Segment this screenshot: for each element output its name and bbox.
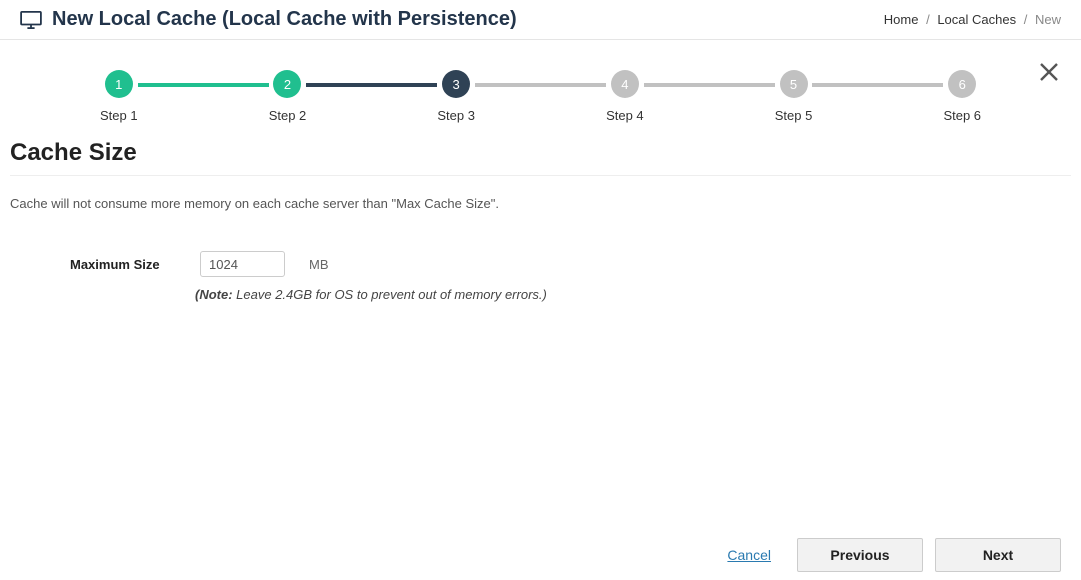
next-button[interactable]: Next bbox=[935, 538, 1061, 572]
form-row-max-size: Maximum Size MB bbox=[0, 211, 1081, 277]
step-3[interactable]: 3 Step 3 bbox=[437, 70, 475, 123]
step-label: Step 2 bbox=[269, 108, 307, 123]
breadcrumb: Home / Local Caches / New bbox=[884, 12, 1061, 27]
section-description: Cache will not consume more memory on ea… bbox=[0, 176, 1081, 211]
step-1[interactable]: 1 Step 1 bbox=[100, 70, 138, 123]
header-left: New Local Cache (Local Cache with Persis… bbox=[20, 8, 517, 31]
monitor-icon bbox=[20, 11, 42, 29]
step-circle: 6 bbox=[948, 70, 976, 98]
step-label: Step 6 bbox=[943, 108, 981, 123]
step-circle: 2 bbox=[273, 70, 301, 98]
content: 1 Step 1 2 Step 2 3 Step 3 4 Step 4 5 St… bbox=[0, 40, 1081, 362]
step-label: Step 5 bbox=[775, 108, 813, 123]
previous-button[interactable]: Previous bbox=[797, 538, 923, 572]
breadcrumb-separator: / bbox=[926, 12, 930, 27]
max-size-input[interactable] bbox=[200, 251, 285, 277]
step-connector bbox=[475, 83, 606, 87]
stepper: 1 Step 1 2 Step 2 3 Step 3 4 Step 4 5 St… bbox=[0, 40, 1081, 133]
page-header: New Local Cache (Local Cache with Persis… bbox=[0, 0, 1081, 40]
step-circle: 5 bbox=[780, 70, 808, 98]
step-label: Step 1 bbox=[100, 108, 138, 123]
note: (Note: Leave 2.4GB for OS to prevent out… bbox=[0, 277, 1081, 302]
step-circle: 3 bbox=[442, 70, 470, 98]
step-label: Step 4 bbox=[606, 108, 644, 123]
step-label: Step 3 bbox=[437, 108, 475, 123]
step-connector bbox=[306, 83, 437, 87]
step-5[interactable]: 5 Step 5 bbox=[775, 70, 813, 123]
unit-label: MB bbox=[309, 257, 329, 272]
step-connector bbox=[644, 83, 775, 87]
breadcrumb-local-caches[interactable]: Local Caches bbox=[937, 12, 1016, 27]
cancel-link[interactable]: Cancel bbox=[727, 547, 771, 563]
note-text: Leave 2.4GB for OS to prevent out of mem… bbox=[233, 287, 547, 302]
breadcrumb-current: New bbox=[1035, 12, 1061, 27]
step-4[interactable]: 4 Step 4 bbox=[606, 70, 644, 123]
breadcrumb-home[interactable]: Home bbox=[884, 12, 919, 27]
section-title: Cache Size bbox=[0, 133, 1081, 171]
breadcrumb-separator: / bbox=[1024, 12, 1028, 27]
step-circle: 1 bbox=[105, 70, 133, 98]
step-connector bbox=[138, 83, 269, 87]
max-size-label: Maximum Size bbox=[70, 257, 180, 272]
footer: Cancel Previous Next bbox=[0, 530, 1081, 580]
page-title: New Local Cache (Local Cache with Persis… bbox=[52, 8, 517, 31]
step-connector bbox=[812, 83, 943, 87]
step-2[interactable]: 2 Step 2 bbox=[269, 70, 307, 123]
note-prefix: (Note: bbox=[195, 287, 233, 302]
step-circle: 4 bbox=[611, 70, 639, 98]
step-6[interactable]: 6 Step 6 bbox=[943, 70, 981, 123]
